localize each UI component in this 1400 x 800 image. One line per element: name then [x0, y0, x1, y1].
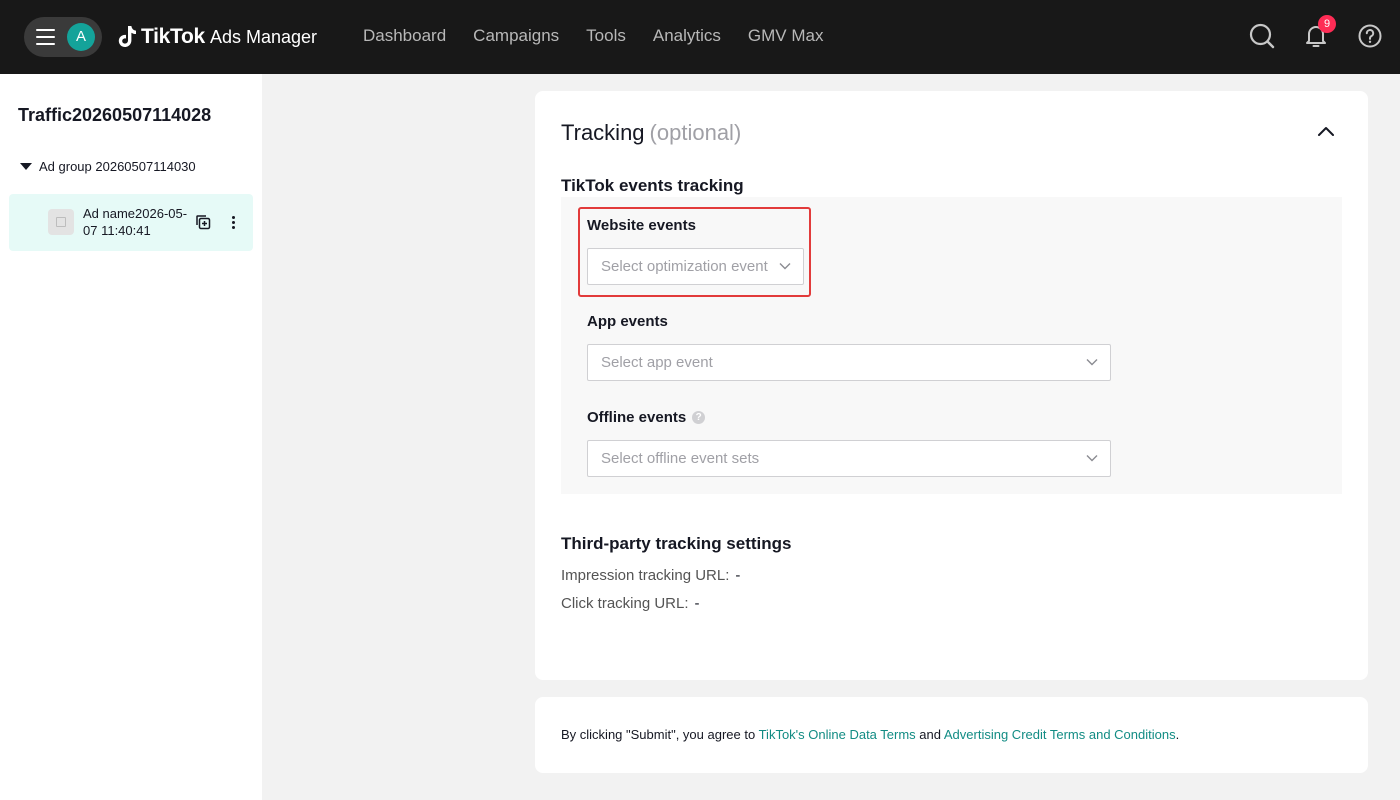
- terms-card: By clicking "Submit", you agree to TikTo…: [535, 697, 1368, 773]
- offline-events-select[interactable]: Select offline event sets: [587, 440, 1111, 477]
- account-menu-button[interactable]: A: [24, 17, 102, 57]
- ad-name-label: Ad name2026-05-07 11:40:41: [83, 206, 188, 238]
- campaign-name[interactable]: Traffic20260507114028: [18, 105, 211, 126]
- tracking-card: Tracking (optional) TikTok events trackin…: [535, 91, 1368, 680]
- brand-logo[interactable]: TikTok Ads Manager: [117, 22, 317, 52]
- top-navigation-bar: A TikTok Ads Manager Dashboard Campaigns…: [0, 0, 1400, 74]
- chevron-down-icon: [1086, 359, 1098, 366]
- nav-dashboard[interactable]: Dashboard: [363, 26, 446, 46]
- app-events-text: App events: [587, 313, 668, 330]
- impression-tracking-label: Impression tracking URL:: [561, 567, 730, 584]
- ad-group-item[interactable]: Ad group 20260507114030: [20, 159, 196, 174]
- more-options-icon[interactable]: [229, 214, 237, 230]
- duplicate-icon[interactable]: [195, 214, 211, 230]
- tiktok-logo-icon: [118, 26, 136, 47]
- chevron-up-icon[interactable]: [1315, 123, 1337, 141]
- terms-text: By clicking "Submit", you agree to TikTo…: [561, 727, 1179, 742]
- nav-gmv-max[interactable]: GMV Max: [748, 26, 824, 46]
- app-events-placeholder: Select app event: [601, 354, 713, 371]
- menu-icon[interactable]: [36, 29, 55, 45]
- campaign-tree-panel: Traffic20260507114028 Ad group 202605071…: [0, 74, 262, 800]
- tiktok-events-heading: TikTok events tracking: [561, 176, 744, 195]
- terms-middle: and: [915, 727, 944, 742]
- advertising-credit-terms-link[interactable]: Advertising Credit Terms and Conditions: [944, 727, 1176, 742]
- avatar[interactable]: A: [67, 23, 95, 51]
- online-data-terms-link[interactable]: TikTok's Online Data Terms: [759, 727, 916, 742]
- highlight-box: [578, 207, 811, 297]
- main-nav: Dashboard Campaigns Tools Analytics GMV …: [363, 26, 850, 46]
- app-events-select[interactable]: Select app event: [587, 344, 1111, 381]
- info-icon[interactable]: ?: [692, 411, 706, 424]
- tracking-title-text: Tracking: [561, 120, 645, 145]
- impression-tracking-row: Impression tracking URL: -: [561, 567, 740, 584]
- chevron-down-icon: [1086, 455, 1098, 462]
- ad-thumbnail-icon: [48, 209, 74, 235]
- app-events-label: App events: [587, 313, 668, 330]
- click-tracking-row: Click tracking URL: -: [561, 595, 700, 612]
- tracking-title: Tracking (optional): [561, 120, 741, 146]
- offline-events-label: Offline events ?: [587, 409, 706, 426]
- product-name: Ads Manager: [209, 26, 318, 47]
- nav-analytics[interactable]: Analytics: [653, 26, 721, 46]
- terms-suffix: .: [1175, 727, 1180, 742]
- optional-label: (optional): [649, 120, 742, 145]
- caret-down-icon[interactable]: [20, 163, 32, 170]
- brand-name: TikTok: [141, 25, 205, 48]
- offline-events-text: Offline events: [587, 409, 687, 426]
- terms-prefix: By clicking "Submit", you agree to: [561, 727, 759, 742]
- nav-campaigns[interactable]: Campaigns: [473, 26, 559, 46]
- ad-group-label: Ad group 20260507114030: [39, 159, 196, 174]
- impression-tracking-value: -: [735, 567, 741, 584]
- third-party-heading: Third-party tracking settings: [561, 534, 792, 553]
- ad-item-selected[interactable]: Ad name2026-05-07 11:40:41: [9, 194, 253, 251]
- click-tracking-value: -: [694, 595, 700, 612]
- offline-events-placeholder: Select offline event sets: [601, 450, 760, 467]
- help-icon[interactable]: [1356, 22, 1384, 50]
- nav-tools[interactable]: Tools: [586, 26, 626, 46]
- notification-badge: 9: [1318, 15, 1336, 33]
- click-tracking-label: Click tracking URL:: [561, 595, 689, 612]
- search-icon[interactable]: [1248, 22, 1276, 50]
